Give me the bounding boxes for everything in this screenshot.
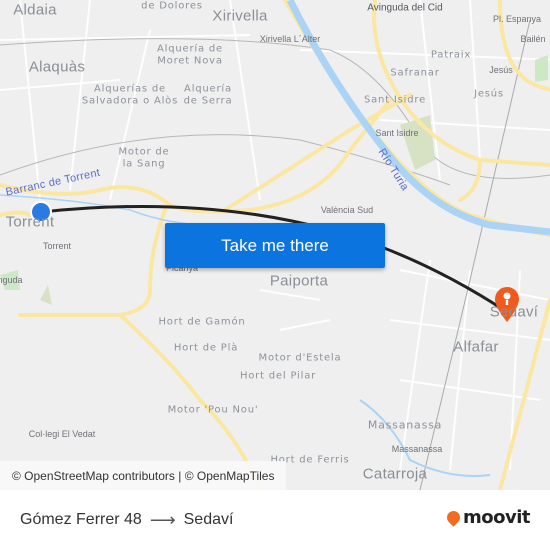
map-label: nguda [0, 274, 23, 285]
arrow-right-icon: ⟶ [149, 509, 176, 530]
map-label-line: Alquería de [157, 43, 223, 55]
map-label: Col·legi El Vedat [28, 428, 96, 439]
map-label: Motor de la Sang [119, 147, 170, 170]
moovit-logo: moovit [444, 507, 531, 528]
moovit-wordmark: moovit [463, 507, 531, 528]
map-label-line: la Sang [122, 158, 166, 169]
map-label: Avinguda del Cid [367, 2, 443, 14]
map-label-line: de Serra [183, 95, 233, 106]
map-label: Massanassa [367, 418, 443, 432]
map-label: Motor 'Pou Nou' [167, 404, 259, 416]
map-label-line: Alquerías de [94, 83, 166, 95]
map-label: de Dolores [141, 0, 203, 12]
map-label: Massanassa [391, 443, 443, 454]
map-label: Safranar [390, 67, 440, 79]
map-label: Alquerías de Salvadora o Alòs [82, 84, 178, 107]
map-label-line: Salvadora o Alòs [81, 95, 179, 106]
map-label: Motor d'Estela [258, 352, 342, 364]
map-label-line: Motor de [118, 146, 170, 158]
map-label: Sant Isidre [363, 94, 427, 106]
map-label-line: Moret Nova [157, 55, 223, 66]
moovit-pin-icon [444, 508, 463, 527]
map-label: Jesús [474, 88, 504, 100]
map-attribution[interactable]: © OpenStreetMap contributors | © OpenMap… [0, 461, 287, 490]
map-label: Hort de Gamón [158, 316, 246, 328]
map-label: Hort de Plà [173, 342, 239, 354]
map-label: Bailén [520, 33, 546, 44]
map-label: Alquería de Moret Nova [157, 44, 223, 67]
map-label: Sedaví [489, 303, 539, 321]
map-label-line: Alquería [184, 83, 232, 95]
map-label: Alquería de Serra [184, 84, 233, 107]
map-label: Alaquàs [28, 58, 86, 76]
map-label: Catarroja [362, 465, 428, 483]
map-label: Xirivella L´Alter [259, 33, 321, 44]
map-label: Torrent [42, 240, 72, 251]
origin-name: Gómez Ferrer 48 [20, 511, 142, 528]
destination-name: Sedaví [183, 511, 234, 528]
map-label: Pl. Espanya [492, 13, 542, 24]
map-label: Patraix [430, 49, 472, 61]
map-label: Torrent [5, 213, 55, 231]
map[interactable]: Aldaia de Dolores Xirivella Avinguda del… [0, 0, 550, 490]
map-label: Aldaia [13, 1, 57, 19]
take-me-there-button[interactable]: Take me there [165, 223, 385, 268]
map-label: Alfafar [453, 338, 499, 356]
map-label: Paiporta [269, 272, 329, 290]
map-label: Jesús [489, 64, 513, 75]
map-label: Xirivella [212, 7, 268, 25]
map-label: Sant Isidre [375, 127, 419, 138]
map-label: València Sud [320, 204, 374, 215]
map-label: Hort del Pilar [239, 370, 317, 382]
